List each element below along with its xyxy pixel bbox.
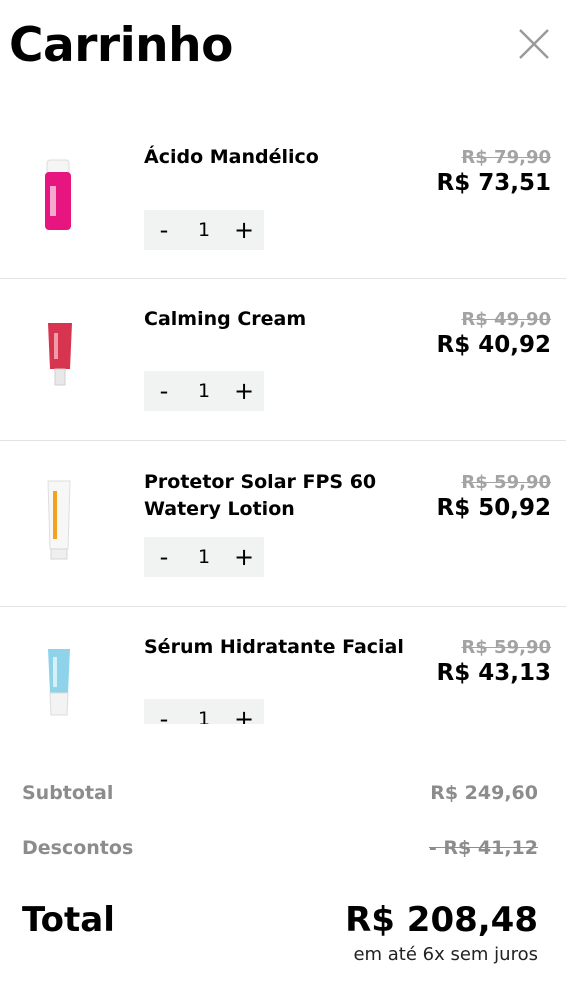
quantity-value: 1	[197, 380, 211, 402]
discount-value: - R$ 41,12	[428, 837, 538, 859]
product-image	[20, 152, 100, 262]
quantity-stepper: - 1 +	[144, 699, 264, 724]
cart-item: Sérum Hidratante Facial R$ 59,90 R$ 43,1…	[0, 607, 566, 724]
quantity-stepper: - 1 +	[144, 210, 264, 250]
cart-item: Ácido Mandélico R$ 79,90 R$ 73,51 - 1 +	[0, 118, 566, 279]
product-image	[20, 309, 100, 419]
quantity-stepper: - 1 +	[144, 371, 264, 411]
cart-item: Calming Cream R$ 49,90 R$ 40,92 - 1 +	[0, 279, 566, 441]
increase-quantity-button[interactable]: +	[224, 699, 264, 724]
quantity-value: 1	[197, 219, 211, 241]
cart-header: Carrinho	[0, 0, 566, 100]
decrease-quantity-button[interactable]: -	[144, 699, 184, 724]
discounted-price: R$ 43,13	[436, 660, 551, 686]
decrease-quantity-button[interactable]: -	[144, 371, 184, 411]
installments-text: em até 6x sem juros	[353, 944, 538, 965]
order-summary: Subtotal R$ 249,60 Descontos - R$ 41,12 …	[0, 760, 566, 1000]
decrease-quantity-button[interactable]: -	[144, 210, 184, 250]
quantity-value: 1	[197, 708, 211, 724]
close-button[interactable]	[516, 26, 552, 62]
increase-quantity-button[interactable]: +	[224, 537, 264, 577]
close-icon	[519, 29, 549, 59]
discount-row: Descontos - R$ 41,12	[22, 837, 538, 859]
discounted-price: R$ 40,92	[436, 332, 551, 358]
increase-quantity-button[interactable]: +	[224, 210, 264, 250]
subtotal-row: Subtotal R$ 249,60	[22, 782, 538, 804]
product-name[interactable]: Calming Cream	[144, 306, 414, 333]
cart-item-list[interactable]: Ácido Mandélico R$ 79,90 R$ 73,51 - 1 + …	[0, 118, 566, 724]
quantity-value: 1	[197, 546, 211, 568]
product-image	[20, 635, 100, 724]
cart-item: Protetor Solar FPS 60 Watery Lotion R$ 5…	[0, 441, 566, 607]
product-name[interactable]: Sérum Hidratante Facial	[144, 634, 414, 661]
increase-quantity-button[interactable]: +	[224, 371, 264, 411]
subtotal-value: R$ 249,60	[430, 782, 538, 804]
decrease-quantity-button[interactable]: -	[144, 537, 184, 577]
original-price: R$ 49,90	[461, 309, 551, 330]
product-name[interactable]: Protetor Solar FPS 60 Watery Lotion	[144, 469, 414, 523]
product-image	[20, 469, 100, 579]
original-price: R$ 79,90	[461, 147, 551, 168]
subtotal-label: Subtotal	[22, 782, 114, 804]
product-name[interactable]: Ácido Mandélico	[144, 144, 414, 171]
original-price: R$ 59,90	[461, 637, 551, 658]
total-label: Total	[22, 900, 115, 940]
discounted-price: R$ 73,51	[436, 170, 551, 196]
discounted-price: R$ 50,92	[436, 495, 551, 521]
total-value: R$ 208,48	[345, 900, 538, 940]
discount-label: Descontos	[22, 837, 134, 859]
page-title: Carrinho	[9, 18, 233, 73]
quantity-stepper: - 1 +	[144, 537, 264, 577]
original-price: R$ 59,90	[461, 472, 551, 493]
